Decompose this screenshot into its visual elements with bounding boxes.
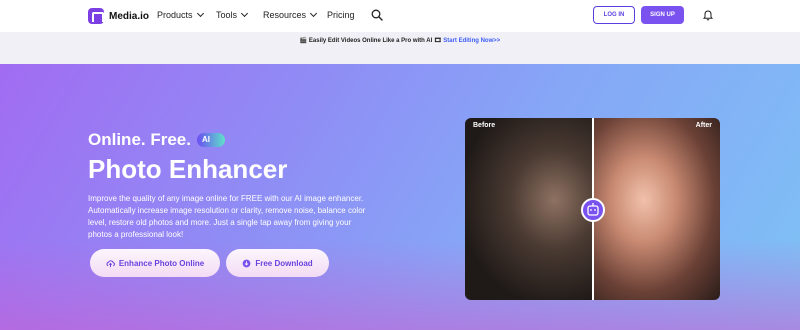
chevron-down-icon xyxy=(309,9,318,18)
nav-item-label: Resources xyxy=(263,10,307,20)
page-title: Photo Enhancer xyxy=(88,154,288,184)
ai-badge: AI xyxy=(196,133,225,147)
before-after-comparison[interactable]: Before After xyxy=(465,118,720,300)
hero-eyebrow-text: Online. Free. xyxy=(88,130,191,149)
hero-content: Online. Free. AI Photo Enhancer Improve … xyxy=(88,130,368,241)
nav-item-label: Products xyxy=(157,10,193,20)
hero-eyebrow: Online. Free. AI xyxy=(88,130,368,150)
enhance-photo-online-button[interactable]: Enhance Photo Online xyxy=(90,249,220,277)
robot-icon xyxy=(587,203,599,216)
nav-item-label: Pricing xyxy=(327,10,355,20)
signup-button[interactable]: SIGN UP xyxy=(641,6,684,24)
hero-description: Improve the quality of any image online … xyxy=(88,194,366,239)
cta-secondary-label: Free Download xyxy=(255,258,313,268)
logo[interactable]: Media.io xyxy=(88,8,149,24)
banner-text: Easily Edit Videos Online Like a Pro wit… xyxy=(308,38,433,44)
media-io-logo-icon xyxy=(88,8,104,24)
bell-icon[interactable] xyxy=(703,10,713,21)
chevron-down-icon xyxy=(196,9,204,18)
search-icon[interactable] xyxy=(371,9,383,21)
logo-text: Media.io xyxy=(109,10,150,22)
promo-banner: 🎬 Easily Edit Videos Online Like a Pro w… xyxy=(0,32,800,64)
hero-section: Online. Free. AI Photo Enhancer Improve … xyxy=(0,64,800,330)
before-label: Before xyxy=(473,122,496,129)
cta-primary-label: Enhance Photo Online xyxy=(118,258,205,268)
clapper-icon: 🎬 xyxy=(299,38,308,44)
after-photo xyxy=(593,118,720,300)
nav-item-resources[interactable]: Resources xyxy=(263,9,318,20)
before-photo xyxy=(465,118,593,300)
after-label: After xyxy=(695,122,712,129)
cloud-upload-icon xyxy=(106,259,115,267)
top-nav: Media.io Products Tools Resources Pricin… xyxy=(0,0,800,32)
download-icon xyxy=(242,259,251,267)
login-button[interactable]: LOG IN xyxy=(593,6,635,24)
slider-handle[interactable] xyxy=(581,198,605,222)
cta-row: Enhance Photo Online Free Download xyxy=(90,249,329,277)
free-download-button[interactable]: Free Download xyxy=(226,249,329,277)
video-icon: 🎞 xyxy=(433,38,442,44)
nav-item-pricing[interactable]: Pricing xyxy=(327,10,355,20)
nav-item-products[interactable]: Products xyxy=(157,9,204,20)
nav-item-tools[interactable]: Tools xyxy=(216,9,249,20)
nav-item-label: Tools xyxy=(216,10,238,20)
banner-link[interactable]: Start Editing Now>> xyxy=(443,38,500,44)
chevron-down-icon xyxy=(240,9,249,18)
